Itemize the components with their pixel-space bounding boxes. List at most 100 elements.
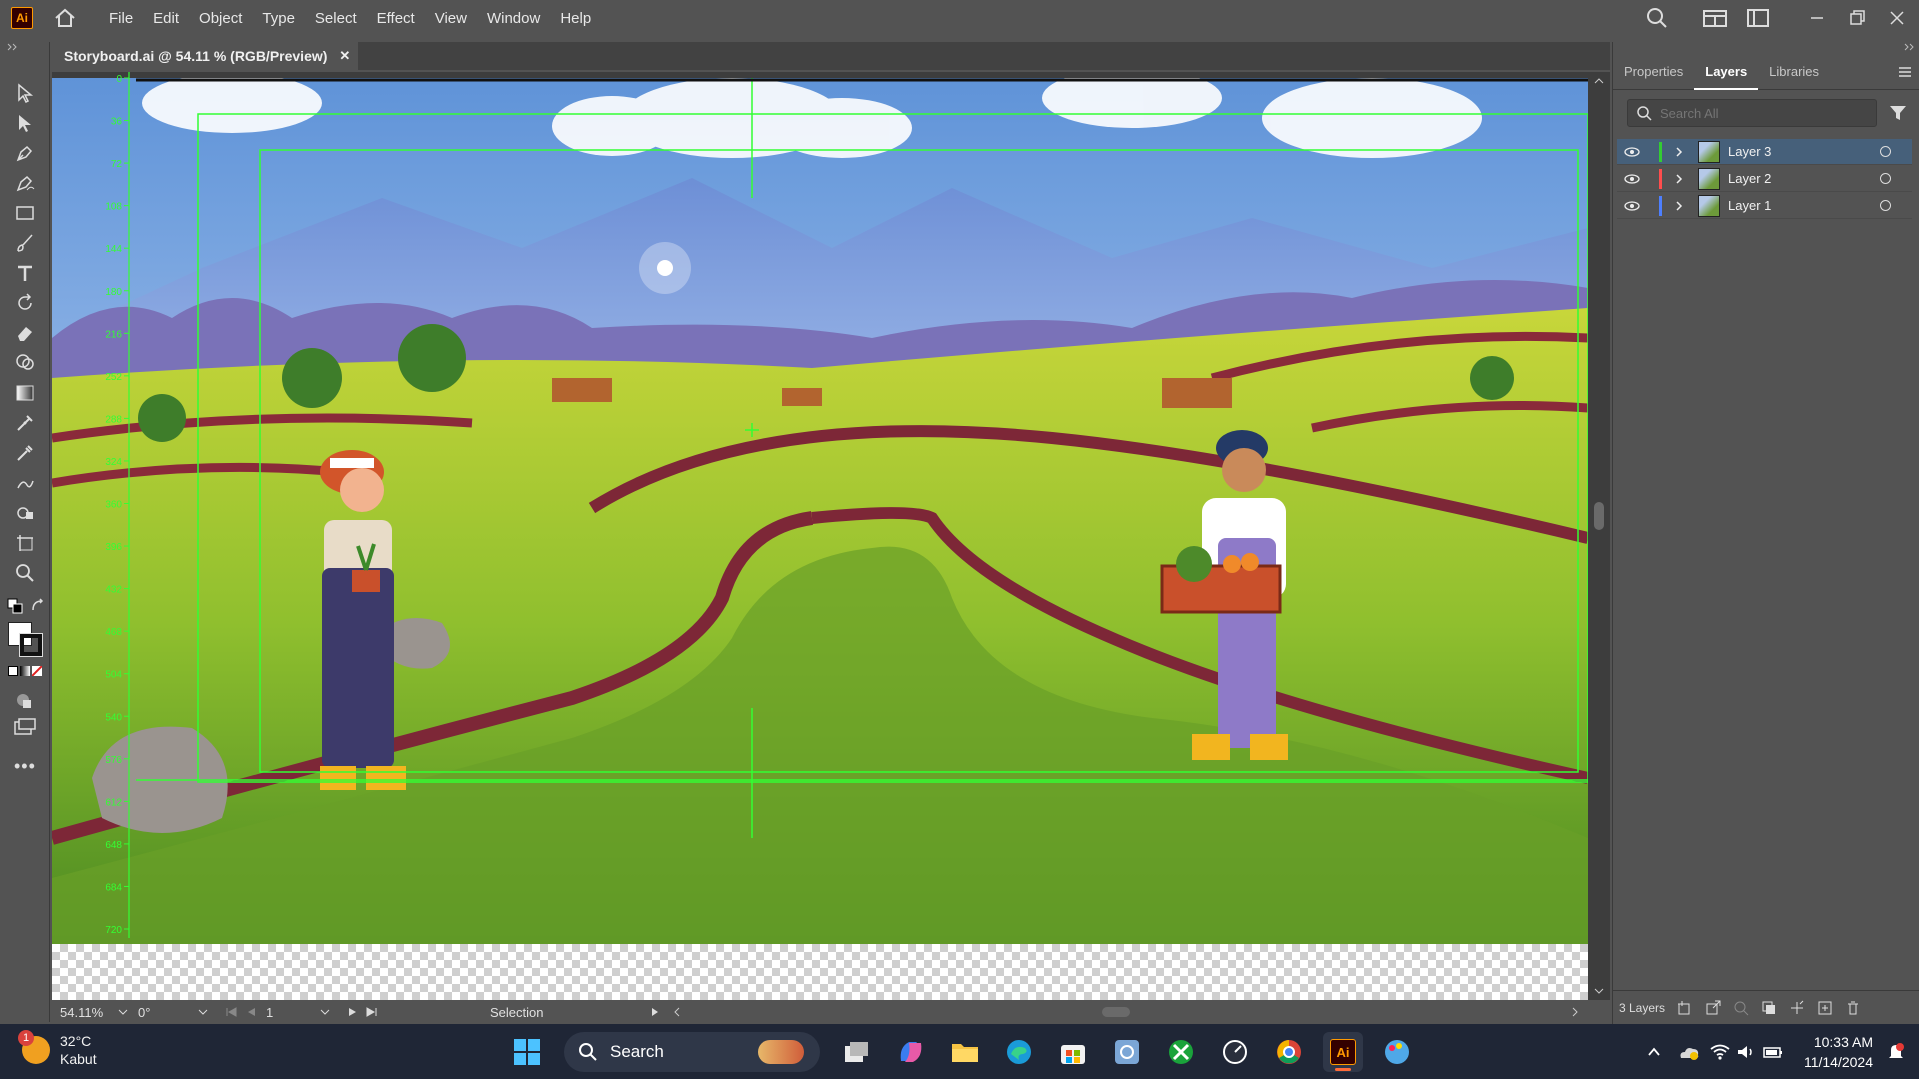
start-button[interactable] (507, 1032, 547, 1072)
layer-target-icon[interactable] (1880, 200, 1891, 211)
rotation-angle[interactable]: 0° (138, 1005, 198, 1020)
tab-layers[interactable]: Layers (1694, 54, 1759, 90)
screen-mode-icon[interactable] (14, 718, 36, 736)
tab-libraries[interactable]: Libraries (1758, 54, 1830, 90)
layer-search-input[interactable] (1660, 105, 1860, 121)
visibility-eye-icon[interactable] (1617, 173, 1647, 184)
type-tool[interactable] (12, 260, 38, 286)
notification-bell-icon[interactable] (1887, 1042, 1905, 1062)
artboard-dropdown-icon[interactable] (320, 1007, 330, 1017)
artboard-tool[interactable] (12, 530, 38, 556)
layer-search-box[interactable] (1627, 99, 1877, 127)
volume-icon[interactable] (1736, 1043, 1756, 1061)
layer-row[interactable]: Layer 2 (1617, 166, 1912, 192)
artboard-storyboard[interactable] (52, 78, 1588, 944)
menu-effect[interactable]: Effect (367, 10, 425, 27)
menu-object[interactable]: Object (189, 10, 252, 27)
shape-builder-tool[interactable] (12, 350, 38, 376)
panel-menu-icon[interactable] (1898, 66, 1912, 78)
new-sublayer-icon[interactable] (1789, 1000, 1805, 1016)
rotate-tool[interactable] (12, 290, 38, 316)
menu-type[interactable]: Type (252, 10, 305, 27)
close-window-icon[interactable] (1887, 8, 1907, 28)
rectangle-tool[interactable] (12, 200, 38, 226)
mesh-tool[interactable] (12, 410, 38, 436)
expand-chevron-icon[interactable] (1674, 173, 1686, 185)
weather-widget[interactable]: 1 32°C Kabut (18, 1030, 97, 1068)
scroll-down-icon[interactable] (1594, 986, 1604, 996)
filter-icon[interactable] (1889, 104, 1907, 122)
vertical-scrollbar[interactable] (1588, 72, 1610, 1000)
zoom-tool[interactable] (12, 560, 38, 586)
search-icon[interactable] (1645, 6, 1669, 30)
onedrive-icon[interactable] (1678, 1043, 1700, 1061)
layer-target-icon[interactable] (1880, 173, 1891, 184)
horizontal-scroll-thumb[interactable] (1102, 1007, 1130, 1017)
direct-selection-tool[interactable] (12, 110, 38, 136)
illustrator-taskbar-button[interactable]: Ai (1323, 1032, 1363, 1072)
restore-icon[interactable] (1847, 8, 1867, 28)
zoom-dropdown-icon[interactable] (118, 1007, 128, 1017)
delete-layer-icon[interactable] (1845, 1000, 1861, 1016)
expand-chevron-icon[interactable] (1674, 146, 1686, 158)
zoom-level[interactable]: 54.11% (60, 1005, 118, 1020)
taskbar-search[interactable]: Search (564, 1032, 820, 1072)
arrange-documents-icon[interactable] (1703, 8, 1727, 28)
none-mode-icon[interactable] (32, 666, 42, 676)
scroll-up-icon[interactable] (1594, 76, 1604, 86)
scroll-left-icon[interactable] (672, 1007, 682, 1017)
file-explorer-button[interactable] (945, 1032, 985, 1072)
system-clock[interactable]: 10:33 AM 11/14/2024 (1804, 1032, 1873, 1072)
menu-view[interactable]: View (425, 10, 477, 27)
new-layer-icon[interactable] (1817, 1000, 1833, 1016)
layer-name[interactable]: Layer 2 (1728, 171, 1868, 186)
export-icon[interactable] (1705, 1000, 1721, 1016)
layer-target-icon[interactable] (1880, 146, 1891, 157)
pen-tool[interactable] (12, 140, 38, 166)
gradient-tool[interactable] (12, 380, 38, 406)
home-icon[interactable] (53, 6, 77, 30)
next-artboard-icon[interactable] (348, 1007, 358, 1017)
color-mode-button[interactable] (8, 666, 18, 676)
collapse-toolbar-icon[interactable] (6, 42, 18, 52)
visibility-eye-icon[interactable] (1617, 146, 1647, 157)
scroll-right-icon[interactable] (1570, 1007, 1580, 1017)
scroll-thumb[interactable] (1594, 502, 1604, 530)
locate-object-icon[interactable] (1733, 1000, 1749, 1016)
workspace-icon[interactable] (1747, 8, 1769, 28)
previous-artboard-icon[interactable] (246, 1007, 256, 1017)
app-button[interactable] (1107, 1032, 1147, 1072)
visibility-eye-icon[interactable] (1617, 200, 1647, 211)
show-hidden-icons-chevron-icon[interactable] (1646, 1044, 1662, 1060)
speedometer-app-button[interactable] (1215, 1032, 1255, 1072)
tab-properties[interactable]: Properties (1613, 54, 1694, 90)
symbol-sprayer-tool[interactable] (12, 500, 38, 526)
clipping-mask-icon[interactable] (1761, 1000, 1777, 1016)
curvature-tool[interactable] (12, 170, 38, 196)
artboard-number[interactable]: 1 (266, 1005, 320, 1020)
stroke-swatch[interactable] (19, 633, 43, 657)
microsoft-store-button[interactable] (1053, 1032, 1093, 1072)
menu-help[interactable]: Help (550, 10, 601, 27)
wifi-icon[interactable] (1710, 1043, 1730, 1061)
menu-select[interactable]: Select (305, 10, 367, 27)
collect-for-export-icon[interactable] (1677, 1000, 1693, 1016)
first-artboard-icon[interactable] (226, 1007, 238, 1017)
eyedropper-tool[interactable] (12, 440, 38, 466)
chrome-button[interactable] (1269, 1032, 1309, 1072)
copilot-button[interactable] (891, 1032, 931, 1072)
last-artboard-icon[interactable] (366, 1007, 378, 1017)
minimize-icon[interactable] (1807, 8, 1827, 28)
eraser-tool[interactable] (12, 320, 38, 346)
canvas[interactable]: 0 36 72 108 144 180 216 252 288 324 360 396 432 468 50… (52, 72, 1610, 1000)
layer-name[interactable]: Layer 1 (1728, 198, 1868, 213)
menu-file[interactable]: File (99, 10, 143, 27)
edge-button[interactable] (999, 1032, 1039, 1072)
rotation-dropdown-icon[interactable] (198, 1007, 208, 1017)
default-colors-icon[interactable] (7, 598, 23, 614)
menu-window[interactable]: Window (477, 10, 550, 27)
more-tools-icon[interactable]: ••• (14, 756, 36, 777)
status-menu-icon[interactable] (650, 1007, 660, 1017)
paint-app-button[interactable] (1377, 1032, 1417, 1072)
swap-colors-icon[interactable] (30, 598, 46, 614)
